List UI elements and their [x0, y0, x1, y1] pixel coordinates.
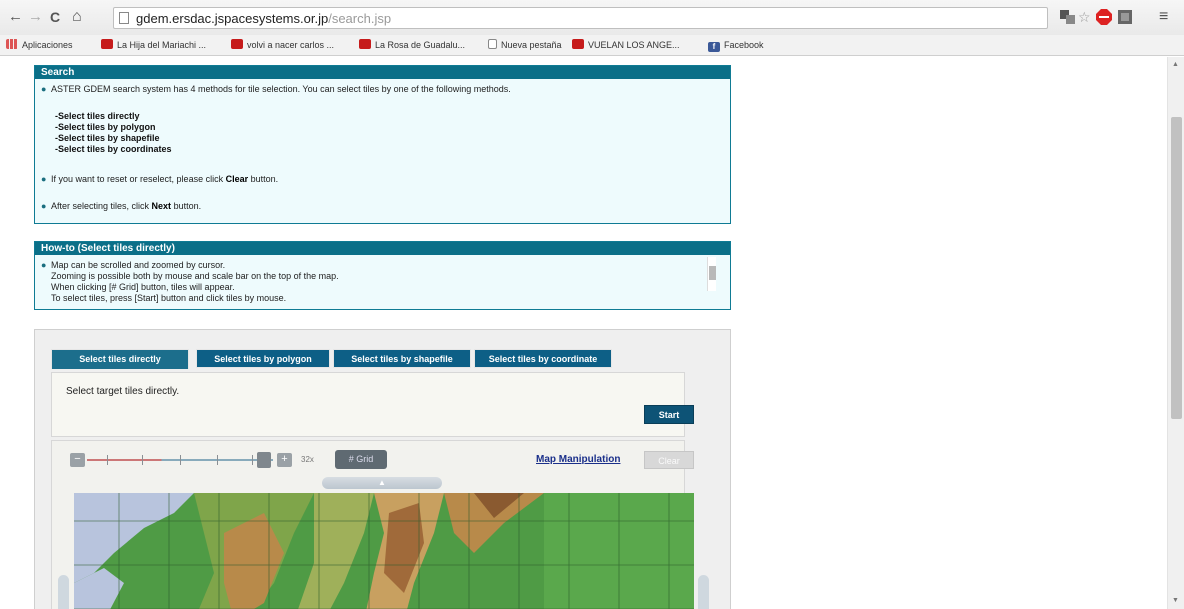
youtube-icon — [101, 39, 113, 49]
star-icon[interactable]: ☆ — [1078, 9, 1094, 25]
adblock-icon[interactable] — [1096, 9, 1112, 25]
apps-icon — [6, 39, 18, 49]
tab-content: Select target tiles directly. Start — [51, 372, 694, 437]
bookmark-item[interactable]: La Hija del Mariachi ... — [101, 39, 206, 51]
scroll-up-icon[interactable]: ▲ — [1172, 61, 1179, 68]
page-icon — [488, 39, 497, 49]
zoom-in-button[interactable]: + — [277, 453, 292, 467]
bullet-icon: ● — [41, 260, 47, 270]
browser-window: ← → C ⌂ gdem.ersdac.jspacesystems.or.jp/… — [0, 0, 1184, 609]
home-icon[interactable]: ⌂ — [72, 8, 82, 26]
tab-select-directly[interactable]: Select tiles directly — [51, 349, 189, 369]
zoom-scale-label: 32x — [301, 455, 314, 464]
bookmark-apps[interactable]: Aplicaciones — [6, 39, 73, 51]
map-pan-right-handle[interactable] — [698, 575, 709, 609]
scroll-down-icon[interactable]: ▼ — [1172, 597, 1179, 604]
method-item: ‐Select tiles by polygon — [55, 122, 156, 132]
terrain-map-image — [74, 493, 694, 609]
howto-scrollbar[interactable] — [707, 257, 716, 291]
bookmark-item[interactable]: volvi a nacer carlos ... — [231, 39, 334, 51]
search-intro: ASTER GDEM search system has 4 methods f… — [51, 84, 511, 94]
method-item: ‐Select tiles by coordinates — [55, 144, 172, 154]
page-scroll-thumb[interactable] — [1171, 117, 1182, 419]
zoom-tick — [217, 455, 218, 465]
page-scrollbar[interactable]: ▲ ▼ — [1167, 57, 1184, 609]
clear-button[interactable]: Clear — [644, 451, 694, 469]
grid-button[interactable]: # Grid — [335, 450, 387, 469]
tab-select-shapefile[interactable]: Select tiles by shapefile — [333, 349, 471, 368]
browser-toolbar: ← → C ⌂ gdem.ersdac.jspacesystems.or.jp/… — [0, 0, 1184, 35]
bullet-icon: ● — [41, 174, 47, 184]
bookmark-item[interactable]: VUELAN LOS ANGE... — [572, 39, 680, 51]
bookmarks-bar: Aplicaciones La Hija del Mariachi ... vo… — [0, 35, 1184, 56]
howto-line: When clicking [# Grid] button, tiles wil… — [51, 282, 235, 292]
youtube-icon — [572, 39, 584, 49]
forward-icon[interactable]: → — [28, 8, 43, 26]
zoom-tick — [252, 455, 253, 465]
howto-scroll-thumb[interactable] — [709, 266, 716, 280]
back-icon[interactable]: ← — [8, 8, 23, 26]
zoom-tick — [180, 455, 181, 465]
url-text: gdem.ersdac.jspacesystems.or.jp/search.j… — [136, 11, 392, 26]
zoom-tick — [142, 455, 143, 465]
collapse-handle[interactable]: ▲ — [322, 477, 442, 489]
map-pan-left-handle[interactable] — [58, 575, 69, 609]
method-item: ‐Select tiles by shapefile — [55, 133, 160, 143]
zoom-slider-thumb[interactable] — [257, 452, 271, 468]
howto-line: Zooming is possible both by mouse and sc… — [51, 271, 339, 281]
search-panel-title: Search — [35, 66, 730, 79]
zoom-out-button[interactable]: − — [70, 453, 85, 467]
howto-panel-title: How-to (Select tiles directly) — [35, 242, 730, 255]
tab-description: Select target tiles directly. — [66, 386, 180, 397]
extension-icon[interactable] — [1117, 9, 1133, 25]
terrain-map[interactable] — [74, 493, 694, 609]
map-frame: − + 32x # Grid Map Manipulation Clear ▲ — [51, 440, 709, 609]
translate-icon[interactable] — [1060, 10, 1076, 26]
map-panel: Select tiles directly Select tiles by po… — [34, 329, 731, 609]
bookmark-facebook[interactable]: f Facebook — [708, 39, 764, 52]
page-icon — [119, 12, 129, 24]
facebook-icon: f — [708, 42, 720, 52]
reset-instruction: If you want to reset or reselect, please… — [51, 174, 279, 184]
next-instruction: After selecting tiles, click Next button… — [51, 201, 202, 211]
page-content: Search ● ASTER GDEM search system has 4 … — [0, 57, 1167, 609]
bullet-icon: ● — [41, 201, 47, 211]
howto-line: Map can be scrolled and zoomed by cursor… — [51, 260, 226, 270]
youtube-icon — [359, 39, 371, 49]
menu-icon[interactable]: ≡ — [1159, 8, 1168, 26]
address-bar[interactable]: gdem.ersdac.jspacesystems.or.jp/search.j… — [113, 7, 1048, 29]
tab-select-polygon[interactable]: Select tiles by polygon — [196, 349, 330, 368]
search-panel: Search ● ASTER GDEM search system has 4 … — [34, 65, 731, 224]
bookmark-item[interactable]: Nueva pestaña — [488, 39, 562, 51]
method-item: ‐Select tiles directly — [55, 111, 140, 121]
youtube-icon — [231, 39, 243, 49]
tab-select-coordinate[interactable]: Select tiles by coordinate — [474, 349, 612, 368]
howto-line: To select tiles, press [Start] button an… — [51, 293, 287, 303]
bullet-icon: ● — [41, 84, 47, 94]
start-button[interactable]: Start — [644, 405, 694, 424]
howto-panel: How-to (Select tiles directly) ● Map can… — [34, 241, 731, 310]
bookmark-item[interactable]: La Rosa de Guadalu... — [359, 39, 465, 51]
zoom-tick — [107, 455, 108, 465]
map-manipulation-link[interactable]: Map Manipulation — [536, 454, 620, 465]
reload-icon[interactable]: C — [50, 8, 60, 26]
